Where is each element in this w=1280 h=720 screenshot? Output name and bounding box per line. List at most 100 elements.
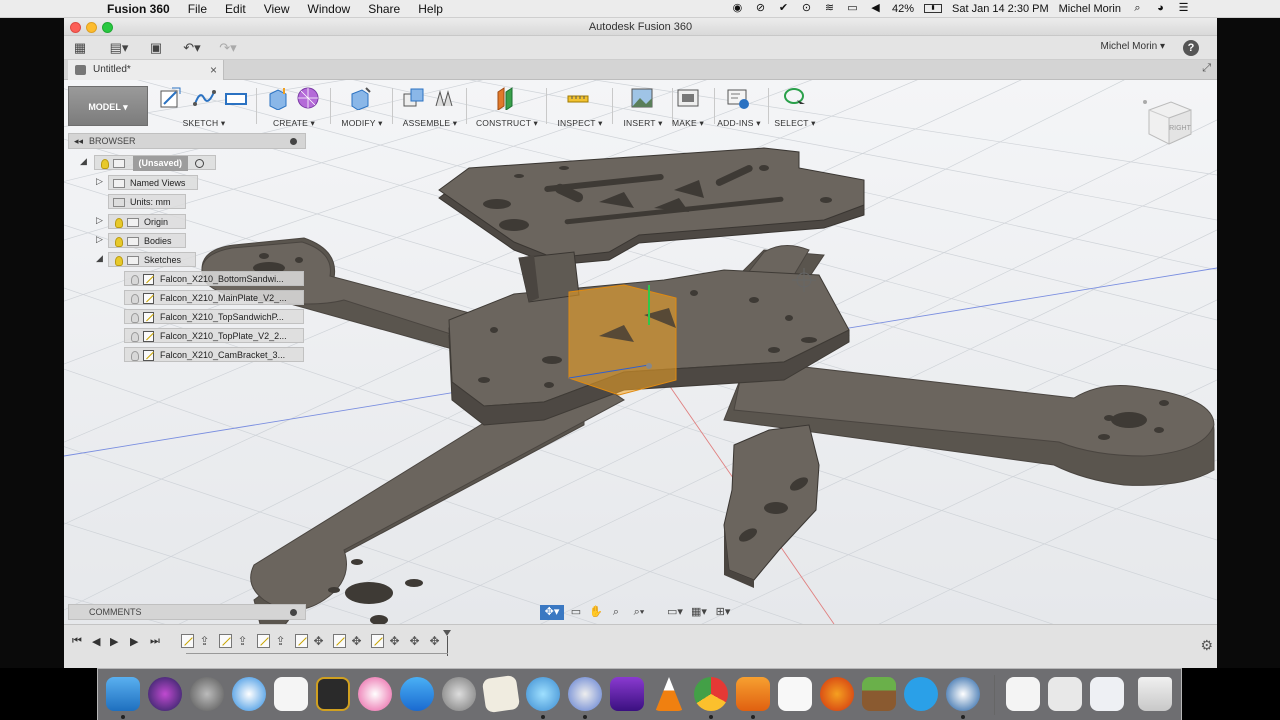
close-tab-icon[interactable]: × bbox=[210, 60, 217, 80]
add-ins-group[interactable]: ADD-INS ▾ bbox=[712, 84, 766, 130]
safari-icon[interactable] bbox=[232, 677, 266, 711]
notification-center-icon[interactable]: ☰ bbox=[1177, 3, 1190, 14]
visibility-bulb-icon[interactable] bbox=[131, 350, 139, 361]
create-sketch-icon[interactable] bbox=[158, 86, 182, 110]
look-at-icon[interactable]: ▭ bbox=[568, 605, 584, 620]
menu-edit[interactable]: Edit bbox=[216, 2, 255, 16]
manipulator-origin[interactable] bbox=[646, 363, 652, 369]
quicktime-icon[interactable] bbox=[946, 677, 980, 711]
visibility-bulb-icon[interactable] bbox=[131, 274, 139, 285]
screenshot-tool-icon[interactable] bbox=[568, 677, 602, 711]
timeline-end-icon[interactable]: ⏭ bbox=[150, 635, 160, 648]
browser-pin-icon[interactable] bbox=[290, 138, 297, 145]
comments-panel-header[interactable]: COMMENTS bbox=[68, 604, 306, 620]
menu-window[interactable]: Window bbox=[299, 2, 360, 16]
siri-icon[interactable] bbox=[148, 677, 182, 711]
menubar-user[interactable]: Michel Morin bbox=[1059, 3, 1121, 15]
view-cube-face-label[interactable]: RIGHT bbox=[1169, 125, 1192, 132]
sketch-item[interactable]: Falcon_X210_MainPlate_V2_... bbox=[124, 290, 304, 305]
menu-app-name[interactable]: Fusion 360 bbox=[98, 2, 179, 16]
spotlight-search-icon[interactable]: ⌕ bbox=[1131, 3, 1144, 14]
sketch-item[interactable]: Falcon_X210_TopSandwichP... bbox=[124, 309, 304, 324]
messages-icon[interactable] bbox=[526, 677, 560, 711]
make-group-label[interactable]: MAKE ▾ bbox=[664, 118, 712, 129]
stop-sketch-icon[interactable] bbox=[224, 86, 248, 110]
record-icon[interactable]: ◉ bbox=[731, 3, 744, 14]
visibility-bulb-icon[interactable] bbox=[131, 312, 139, 323]
timeline-move-feature-icon[interactable]: ⇪ bbox=[274, 634, 287, 648]
tree-sketches[interactable]: Sketches bbox=[108, 252, 196, 267]
timeline-start-icon[interactable]: ⏮ bbox=[72, 635, 82, 648]
browser-collapse-icon[interactable]: ◂◂ bbox=[74, 134, 83, 148]
time-machine-icon[interactable]: ⊙ bbox=[800, 3, 813, 14]
timeline-step-back-icon[interactable]: ◀ bbox=[92, 635, 100, 648]
add-ins-group-label[interactable]: ADD-INS ▾ bbox=[712, 118, 766, 129]
visibility-bulb-icon[interactable] bbox=[115, 217, 123, 228]
sync-icon[interactable]: ⊘ bbox=[754, 3, 767, 14]
save-icon[interactable]: ▣ bbox=[148, 40, 164, 56]
modify-group-label[interactable]: MODIFY ▾ bbox=[336, 118, 388, 129]
select-lasso-icon[interactable] bbox=[783, 86, 807, 110]
finder-icon[interactable] bbox=[106, 677, 140, 711]
document-icon[interactable] bbox=[778, 677, 812, 711]
timeline-sketch-feature-icon[interactable] bbox=[219, 634, 232, 648]
data-panel-grid-icon[interactable]: ▦ bbox=[72, 40, 88, 56]
3d-print-icon[interactable] bbox=[676, 86, 700, 110]
expand-named-views-icon[interactable]: ▷ bbox=[96, 176, 103, 187]
press-pull-icon[interactable] bbox=[348, 86, 372, 110]
tree-units[interactable]: Units: mm bbox=[108, 194, 186, 209]
vlc-icon[interactable] bbox=[655, 677, 683, 711]
inspect-group-label[interactable]: INSPECT ▾ bbox=[552, 118, 608, 129]
menu-view[interactable]: View bbox=[255, 2, 299, 16]
activate-radio-icon[interactable] bbox=[194, 159, 204, 169]
collapse-root-icon[interactable]: ◢ bbox=[80, 156, 87, 167]
timeline-sketch-feature-icon[interactable] bbox=[333, 634, 346, 648]
view-cube[interactable]: RIGHT bbox=[1141, 96, 1197, 152]
tree-origin[interactable]: Origin bbox=[108, 214, 186, 229]
zoom-icon[interactable]: ⌕ bbox=[608, 605, 624, 620]
file-menu-icon[interactable]: ▤▾ bbox=[108, 40, 130, 56]
minecraft-icon[interactable] bbox=[862, 677, 896, 711]
expand-origin-icon[interactable]: ▷ bbox=[96, 215, 103, 226]
imovie-icon[interactable] bbox=[610, 677, 644, 711]
firefox-icon[interactable] bbox=[820, 677, 854, 711]
timeline-play-icon[interactable]: ▶ bbox=[110, 635, 118, 648]
visibility-bulb-icon[interactable] bbox=[115, 255, 123, 266]
offset-plane-icon[interactable] bbox=[494, 86, 518, 110]
inspect-group[interactable]: INSPECT ▾ bbox=[552, 84, 608, 130]
tree-root[interactable]: (Unsaved) bbox=[94, 155, 216, 171]
skype-icon[interactable] bbox=[904, 677, 938, 711]
timeline-step-forward-icon[interactable]: ▶ bbox=[130, 635, 138, 648]
menu-share[interactable]: Share bbox=[359, 2, 409, 16]
timeline-move-feature-icon[interactable]: ✥ bbox=[388, 634, 401, 648]
battery-icon[interactable]: ▮ bbox=[924, 4, 943, 13]
sketch-group[interactable]: SKETCH ▾ bbox=[156, 84, 252, 130]
document-tab[interactable]: Untitled* × bbox=[68, 60, 224, 80]
minimize-window-button[interactable] bbox=[86, 22, 97, 33]
display-settings-icon[interactable]: ▭▾ bbox=[664, 605, 686, 620]
app-store-icon[interactable] bbox=[400, 677, 434, 711]
norton-icon[interactable]: ✔ bbox=[777, 3, 790, 14]
collapse-sketches-icon[interactable]: ◢ bbox=[96, 253, 103, 264]
extrude-icon[interactable] bbox=[266, 86, 290, 110]
insert-group[interactable]: INSERT ▾ bbox=[616, 84, 670, 130]
select-group[interactable]: SELECT ▾ bbox=[770, 84, 820, 130]
help-button[interactable]: ? bbox=[1183, 40, 1199, 56]
timeline-move-feature-icon[interactable]: ✥ bbox=[428, 634, 441, 648]
visibility-bulb-icon[interactable] bbox=[131, 293, 139, 304]
comments-pin-icon[interactable] bbox=[290, 609, 297, 616]
tree-bodies[interactable]: Bodies bbox=[108, 233, 186, 248]
select-group-label[interactable]: SELECT ▾ bbox=[770, 118, 820, 129]
textedit-icon[interactable] bbox=[481, 674, 521, 714]
visibility-bulb-icon[interactable] bbox=[131, 331, 139, 342]
airplay-icon[interactable]: ▭ bbox=[846, 3, 859, 14]
assemble-group-label[interactable]: ASSEMBLE ▾ bbox=[398, 118, 462, 129]
menubar-datetime[interactable]: Sat Jan 14 2:30 PM bbox=[952, 3, 1049, 15]
sketch-group-label[interactable]: SKETCH ▾ bbox=[156, 118, 252, 129]
spline-icon[interactable] bbox=[192, 86, 216, 110]
form-icon[interactable] bbox=[296, 86, 320, 110]
zoom-window-button[interactable] bbox=[102, 22, 113, 33]
wifi-icon[interactable]: ≋ bbox=[823, 3, 836, 14]
app-grid-icon[interactable] bbox=[274, 677, 308, 711]
construct-group-label[interactable]: CONSTRUCT ▾ bbox=[472, 118, 542, 129]
